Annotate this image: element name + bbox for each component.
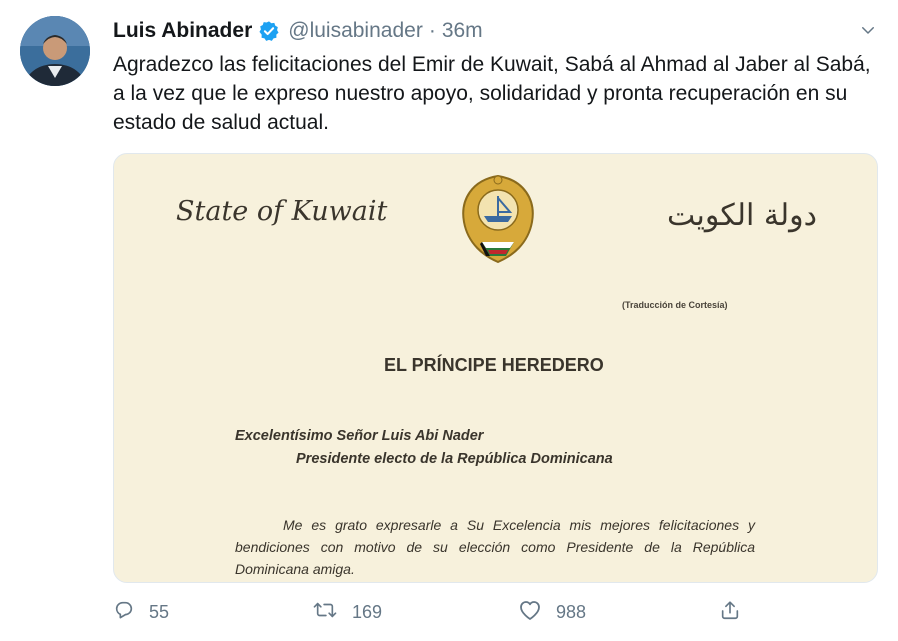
avatar[interactable] [20, 16, 90, 86]
like-button[interactable]: 988 [518, 597, 586, 627]
reply-icon [113, 599, 135, 626]
kuwait-emblem-icon [452, 170, 544, 274]
reply-button[interactable]: 55 [113, 597, 169, 627]
tweet-text: Agradezco las felicitaciones del Emir de… [113, 53, 871, 134]
tweet-header: Luis Abinader @luisabinader · 36m [113, 17, 483, 45]
letter-body: Me es grato expresarle a Su Excelencia m… [235, 514, 755, 580]
letter-body-text: Me es grato expresarle a Su Excelencia m… [235, 517, 755, 577]
verified-badge-icon [258, 20, 280, 42]
share-button[interactable] [719, 597, 741, 627]
heart-icon [518, 599, 542, 626]
like-count: 988 [556, 601, 587, 622]
letter-addressee-line2: Presidente electo de la República Domini… [296, 451, 613, 467]
letter-title: EL PRÍNCIPE HEREDERO [384, 355, 604, 375]
letterhead-arabic: دولة الكويت [667, 198, 817, 233]
letterhead-english: State of Kuwait [176, 196, 388, 227]
timestamp[interactable]: 36m [442, 19, 483, 43]
user-name[interactable]: Luis Abinader [113, 19, 252, 43]
retweet-count: 169 [352, 601, 383, 622]
separator: · [428, 19, 436, 42]
tweet[interactable]: Luis Abinader @luisabinader · 36m Agrade… [0, 0, 898, 641]
reply-count: 55 [149, 601, 170, 622]
retweet-button[interactable]: 169 [312, 597, 382, 627]
courtesy-translation-note: (Traducción de Cortesía) [622, 300, 728, 310]
share-icon [719, 599, 741, 626]
user-handle[interactable]: @luisabinader [288, 19, 423, 43]
chevron-down-icon[interactable] [856, 18, 880, 42]
tweet-actions: 55 169 988 [113, 597, 753, 627]
letter-addressee-line1: Excelentísimo Señor Luis Abi Nader [235, 428, 484, 444]
retweet-icon [312, 599, 338, 626]
tweet-media-image[interactable]: State of Kuwait دولة الكويت (Traducción … [113, 153, 878, 583]
